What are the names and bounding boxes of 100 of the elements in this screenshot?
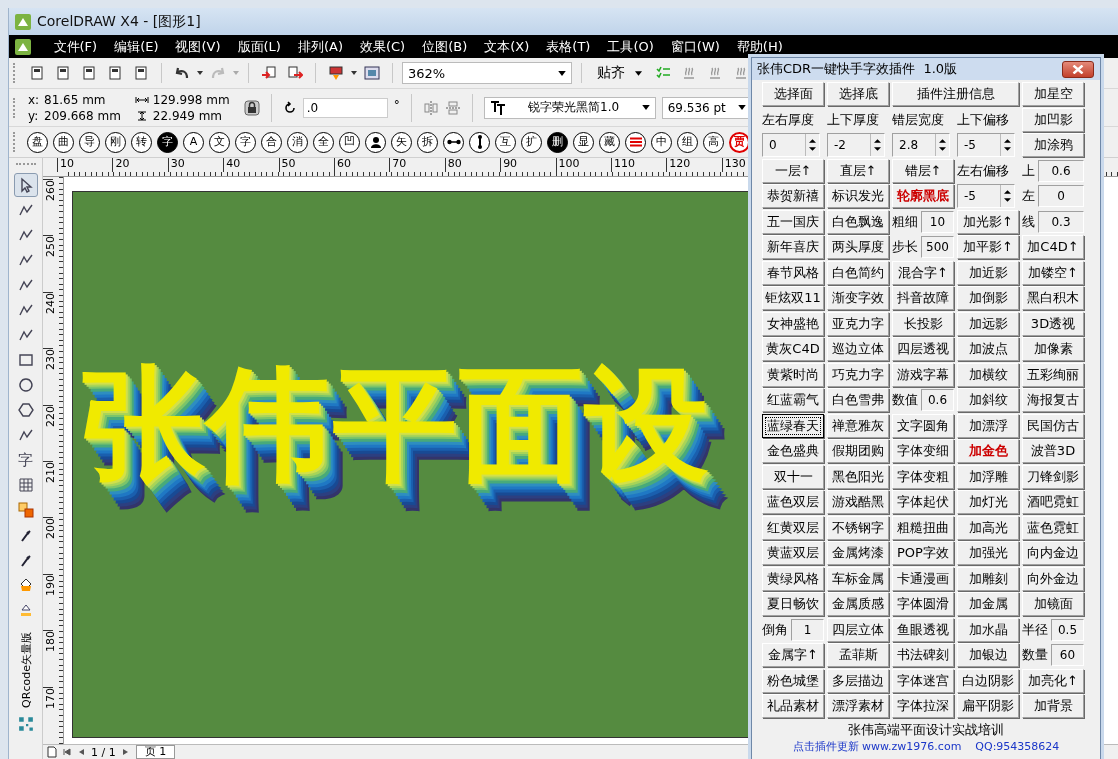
number-field[interactable]: 60 <box>1051 644 1084 666</box>
first-page-icon[interactable] <box>63 748 71 756</box>
effect-button[interactable]: 文字圆角 <box>892 413 954 438</box>
effect-button[interactable]: 多层描边 <box>827 668 889 693</box>
menu-item[interactable]: 视图(V) <box>167 37 230 56</box>
spin-field[interactable]: -5 <box>957 133 1015 157</box>
connector-tool-button[interactable] <box>443 131 464 153</box>
width-field[interactable]: 129.998 mm <box>152 92 230 107</box>
effect-button[interactable]: 红蓝霸气 <box>762 388 824 412</box>
number-field[interactable]: 500 <box>921 236 954 258</box>
number-field[interactable]: 0 <box>1038 185 1084 207</box>
spin-up-icon[interactable] <box>809 139 816 143</box>
number-field[interactable]: 0.6 <box>921 389 954 411</box>
effect-button[interactable]: 刀锋剑影 <box>1022 464 1084 489</box>
effect-button[interactable]: 春节风格 <box>762 260 824 285</box>
glyph-tool-button[interactable]: 曲 <box>53 131 74 153</box>
spin-up-icon[interactable] <box>939 139 946 143</box>
effect-button[interactable]: 粉色城堡 <box>762 668 824 693</box>
number-field[interactable]: 0.6 <box>1038 159 1084 182</box>
effect-button[interactable]: 加像素 <box>1022 337 1084 361</box>
effect-button[interactable]: 选择底 <box>827 82 889 106</box>
effect-button[interactable]: 钜炫双11 <box>762 286 824 310</box>
effect-button[interactable]: 轮廓黑底 <box>892 184 954 208</box>
effect-button[interactable]: 加亮化↑ <box>1022 668 1084 693</box>
effect-button[interactable]: 3D透视 <box>1022 311 1084 336</box>
effect-button[interactable]: 加强光 <box>957 541 1019 565</box>
glyph-tool-button[interactable]: 转 <box>131 131 152 153</box>
effect-button[interactable]: 加凹影 <box>1022 107 1084 132</box>
effect-button[interactable]: 波普3D <box>1022 439 1084 463</box>
effect-button[interactable]: 五彩绚丽 <box>1022 362 1084 387</box>
effect-button[interactable]: 孟菲斯 <box>827 643 889 667</box>
spin-down-icon[interactable] <box>1004 198 1011 202</box>
effect-button[interactable]: 字体起伏 <box>892 490 954 514</box>
glyph-tool-button[interactable]: 拆 <box>417 131 438 153</box>
effect-button[interactable]: 游戏字幕 <box>892 362 954 387</box>
effect-button[interactable]: 游戏酷黑 <box>827 490 889 514</box>
effect-button[interactable]: 漂浮素材 <box>827 694 889 718</box>
effect-button[interactable]: 白色简约 <box>827 260 889 285</box>
effect-button[interactable]: 蓝绿春天 <box>762 413 824 438</box>
zoom-dropdown[interactable]: 362% <box>402 62 572 84</box>
effect-button[interactable]: 民国仿古 <box>1022 413 1084 438</box>
caret-icon[interactable] <box>351 71 357 75</box>
number-field[interactable]: 0.3 <box>1038 210 1084 233</box>
effect-button[interactable]: 加水晶 <box>957 617 1019 642</box>
effect-button[interactable]: 红黄双层 <box>762 515 824 540</box>
effect-button[interactable]: 字体变粗 <box>892 464 954 489</box>
effect-button[interactable]: 蓝色双层 <box>762 490 824 514</box>
glyph-tool-button[interactable]: 显 <box>573 131 594 153</box>
spin-up-icon[interactable] <box>1004 190 1011 194</box>
effect-button[interactable]: 直层↑ <box>827 158 889 183</box>
effect-button[interactable]: 酒吧霓虹 <box>1022 490 1084 514</box>
glyph-tool-button[interactable]: 贾 <box>729 131 750 153</box>
effect-button[interactable]: 选择面 <box>762 82 824 106</box>
effect-button[interactable]: 粗糙扭曲 <box>892 515 954 540</box>
number-field[interactable]: 0.5 <box>1051 618 1084 641</box>
effect-button[interactable]: 加灯光 <box>957 490 1019 514</box>
y-position-field[interactable]: 209.668 mm <box>44 108 121 123</box>
effect-button[interactable]: 黄绿风格 <box>762 566 824 591</box>
effect-button[interactable]: 海报复古 <box>1022 388 1084 412</box>
effect-button[interactable]: 亚克力字 <box>827 311 889 336</box>
menu-item[interactable]: 位图(B) <box>413 37 476 56</box>
effect-button[interactable]: 加镜面 <box>1022 592 1084 616</box>
glyph-tool-button[interactable]: 删 <box>547 131 568 153</box>
effect-button[interactable]: 恭贺新禧 <box>762 184 824 208</box>
menu-item[interactable]: 排列(A) <box>289 37 352 56</box>
effect-button[interactable]: 字体迷宫 <box>892 668 954 693</box>
spin-field[interactable]: -2 <box>827 133 885 157</box>
effect-button[interactable]: 蓝色霓虹 <box>1022 515 1084 540</box>
effect-button[interactable]: 两头厚度 <box>827 235 889 259</box>
rotation-field[interactable]: .0 <box>302 97 388 118</box>
next-page-icon[interactable] <box>121 748 130 756</box>
effect-button[interactable]: 四层透视 <box>892 337 954 361</box>
glyph-tool-button[interactable]: 中 <box>651 131 672 153</box>
effect-button[interactable]: 加C4D↑ <box>1022 235 1084 259</box>
glyph-tool-button[interactable]: 互 <box>495 131 516 153</box>
glyph-tool-button[interactable]: 合 <box>261 131 282 153</box>
qr-code-icon[interactable] <box>17 716 34 732</box>
update-link[interactable]: 点击插件更新 www.zw1976.com QQ:954358624 <box>752 739 1100 754</box>
glyph-tool-button[interactable]: 藏 <box>599 131 620 153</box>
effect-button[interactable]: 插件注册信息 <box>892 82 1019 106</box>
glyph-tool-button[interactable]: 全 <box>313 131 334 153</box>
effect-button[interactable]: 字体圆滑 <box>892 592 954 616</box>
glyph-tool-button[interactable]: 高 <box>703 131 724 153</box>
effect-button[interactable]: 五一国庆 <box>762 209 824 234</box>
effect-button[interactable]: 标识发光 <box>827 184 889 208</box>
effect-button[interactable]: 加高光 <box>957 515 1019 540</box>
glyph-tool-button[interactable]: 文 <box>209 131 230 153</box>
effect-button[interactable]: 白边阴影 <box>957 668 1019 693</box>
glyph-tool-button[interactable]: 字 <box>235 131 256 153</box>
effect-button[interactable]: 白色雪弗 <box>827 388 889 412</box>
effect-button[interactable]: 卡通漫画 <box>892 566 954 591</box>
x-position-field[interactable]: 81.65 mm <box>44 92 106 107</box>
effect-button[interactable]: 混合字↑ <box>892 260 954 285</box>
menu-item[interactable]: 版面(L) <box>229 37 290 56</box>
effect-button[interactable]: 加横纹 <box>957 362 1019 387</box>
effect-button[interactable]: 黄蓝双层 <box>762 541 824 565</box>
font-dropdown[interactable]: 锐字荣光黑简1.0 <box>483 96 656 119</box>
effect-button[interactable]: 向内金边 <box>1022 541 1084 565</box>
lock-icon[interactable] <box>243 99 260 116</box>
effect-button[interactable]: 加金属 <box>957 592 1019 616</box>
